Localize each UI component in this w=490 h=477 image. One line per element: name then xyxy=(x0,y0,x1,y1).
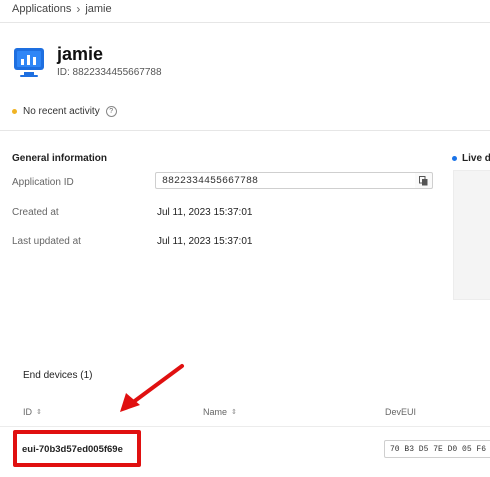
created-at-value: Jul 11, 2023 15:37:01 xyxy=(157,207,253,218)
column-header-deveui: DevEUI xyxy=(385,407,416,417)
chevron-right-icon: › xyxy=(76,2,81,16)
last-updated-label: Last updated at xyxy=(12,236,81,247)
column-name-label: Name xyxy=(203,407,228,417)
table-header-divider xyxy=(0,426,490,427)
activity-dot-icon xyxy=(12,109,17,114)
column-header-id[interactable]: ID ⇕ xyxy=(23,407,42,417)
arrow-annotation-icon xyxy=(120,364,184,412)
application-id-label: Application ID xyxy=(12,177,74,188)
activity-text: No recent activity xyxy=(23,106,100,117)
live-data-title: Live da xyxy=(452,153,490,164)
breadcrumb-current: jamie xyxy=(85,3,112,15)
column-deveui-label: DevEUI xyxy=(385,407,417,417)
breadcrumb: Applications › jamie xyxy=(12,2,112,16)
end-devices-title: End devices (1) xyxy=(23,370,93,381)
live-data-label: Live da xyxy=(462,153,490,164)
sort-icon: ⇕ xyxy=(36,409,42,416)
column-id-label: ID xyxy=(23,407,32,417)
column-header-name[interactable]: Name ⇕ xyxy=(203,407,237,417)
highlight-box xyxy=(13,430,141,467)
header-divider xyxy=(0,22,490,23)
help-icon[interactable]: ? xyxy=(105,106,117,117)
activity-status: No recent activity ? xyxy=(12,106,117,117)
live-dot-icon xyxy=(452,155,457,161)
last-updated-value: Jul 11, 2023 15:37:01 xyxy=(157,236,253,247)
application-id-subtitle: ID: 8822334455667788 xyxy=(57,67,162,78)
application-icon xyxy=(10,46,48,80)
page-title: jamie xyxy=(57,44,104,64)
section-divider xyxy=(0,130,490,131)
live-data-panel xyxy=(453,170,490,300)
copy-icon xyxy=(419,175,428,185)
created-at-label: Created at xyxy=(12,207,59,218)
copy-button[interactable] xyxy=(415,172,433,189)
application-id-field[interactable]: 8822334455667788 xyxy=(155,172,417,189)
sort-icon: ⇕ xyxy=(231,409,237,416)
general-info-title: General information xyxy=(12,153,108,164)
deveui-cell[interactable]: 70 B3 D5 7E D0 05 F6 9E xyxy=(384,440,490,458)
breadcrumb-applications[interactable]: Applications xyxy=(12,3,71,15)
